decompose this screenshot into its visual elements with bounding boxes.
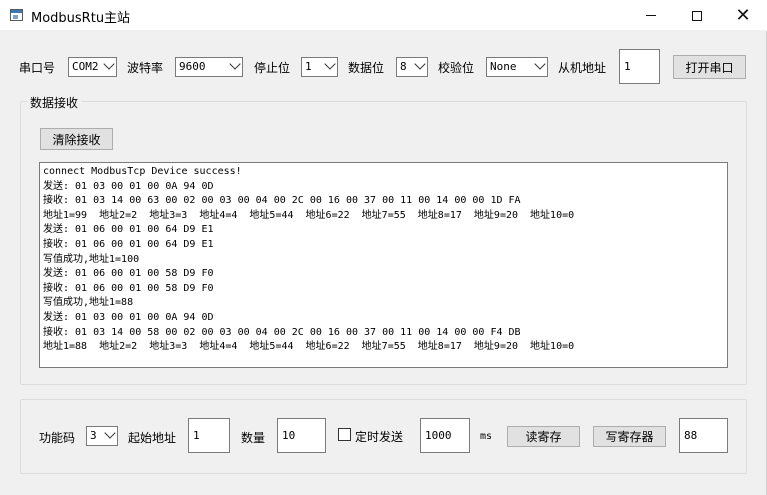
slave-address-value: 1 — [624, 60, 631, 73]
databits-label: 数据位 — [348, 61, 385, 75]
start-address-value: 1 — [193, 429, 200, 442]
log-line: 发送: 01 03 00 01 00 0A 94 0D — [43, 311, 214, 323]
clear-receive-button[interactable]: 清除接收 — [40, 128, 113, 150]
baud-value: 9600 — [179, 60, 206, 73]
parity-label: 校验位 — [438, 61, 475, 75]
timed-send-label: 定时发送 — [355, 430, 404, 444]
function-code-label: 功能码 — [39, 431, 76, 445]
function-code-value: 3 — [90, 429, 97, 442]
port-select[interactable]: COM2 — [68, 57, 117, 77]
log-line: 发送: 01 06 00 01 00 64 D9 E1 — [43, 224, 214, 236]
start-address-label: 起始地址 — [128, 431, 177, 445]
log-line: 发送: 01 03 00 01 00 0A 94 0D — [43, 180, 214, 192]
log-line: 接收: 01 03 14 00 58 00 02 00 03 00 04 00 … — [43, 326, 521, 338]
maximize-button[interactable] — [674, 0, 720, 31]
start-address-input[interactable]: 1 — [188, 418, 230, 453]
databits-value: 8 — [400, 60, 407, 73]
chevron-down-icon — [104, 427, 116, 439]
write-value: 88 — [684, 429, 698, 442]
parity-select[interactable]: None — [486, 57, 548, 77]
port-value: COM2 — [72, 60, 99, 73]
open-port-button[interactable]: 打开串口 — [673, 55, 746, 79]
databits-select[interactable]: 8 — [396, 57, 428, 77]
window-title: ModbusRtu主站 — [31, 11, 131, 26]
maximize-icon — [692, 10, 702, 21]
interval-input[interactable]: 1000 — [420, 418, 470, 453]
slave-address-input[interactable]: 1 — [619, 49, 660, 84]
title-bar: ModbusRtu主站 ✕ — [0, 0, 767, 31]
write-value-input[interactable]: 88 — [679, 418, 728, 453]
function-code-select[interactable]: 3 — [86, 426, 118, 446]
close-button[interactable]: ✕ — [720, 0, 766, 31]
close-icon: ✕ — [735, 4, 751, 26]
chevron-down-icon — [103, 58, 115, 70]
app-icon — [10, 9, 23, 21]
chevron-down-icon — [414, 58, 426, 70]
receive-group-title: 数据接收 — [27, 94, 82, 111]
log-line: 写值成功,地址1=88 — [43, 297, 134, 309]
log-line: 接收: 01 06 00 01 00 64 D9 E1 — [43, 238, 214, 250]
count-input[interactable]: 10 — [277, 418, 326, 453]
chevron-down-icon — [324, 58, 336, 70]
timed-send-checkbox[interactable] — [338, 428, 351, 441]
log-line: 地址1=88 地址2=2 地址3=3 地址4=4 地址5=44 地址6=22 地… — [43, 341, 575, 353]
interval-value: 1000 — [425, 429, 452, 442]
log-line: connect ModbusTcp Device success! — [43, 166, 242, 177]
log-line: 发送: 01 06 00 01 00 58 D9 F0 — [43, 268, 214, 280]
minimize-button[interactable] — [628, 0, 674, 31]
count-value: 10 — [282, 429, 296, 442]
log-line: 接收: 01 06 00 01 00 58 D9 F0 — [43, 282, 214, 294]
stopbits-value: 1 — [305, 60, 312, 73]
parity-value: None — [490, 60, 517, 73]
interval-unit: ms — [480, 431, 493, 442]
receive-log[interactable]: connect ModbusTcp Device success! 发送: 01 … — [39, 162, 728, 368]
count-label: 数量 — [241, 431, 266, 445]
slave-label: 从机地址 — [558, 61, 607, 75]
chevron-down-icon — [229, 58, 241, 70]
read-register-button[interactable]: 读寄存 — [507, 426, 580, 447]
log-line: 接收: 01 03 14 00 63 00 02 00 03 00 04 00 … — [43, 195, 521, 207]
minimize-icon — [646, 15, 656, 16]
chevron-down-icon — [534, 58, 546, 70]
baud-label: 波特率 — [127, 61, 164, 75]
baud-select[interactable]: 9600 — [175, 57, 243, 77]
log-line: 地址1=99 地址2=2 地址3=3 地址4=4 地址5=44 地址6=22 地… — [43, 209, 575, 221]
write-register-button[interactable]: 写寄存器 — [593, 426, 666, 447]
stopbits-select[interactable]: 1 — [301, 57, 338, 77]
log-line: 写值成功,地址1=100 — [43, 253, 140, 265]
port-label: 串口号 — [19, 61, 56, 75]
stopbits-label: 停止位 — [254, 61, 291, 75]
